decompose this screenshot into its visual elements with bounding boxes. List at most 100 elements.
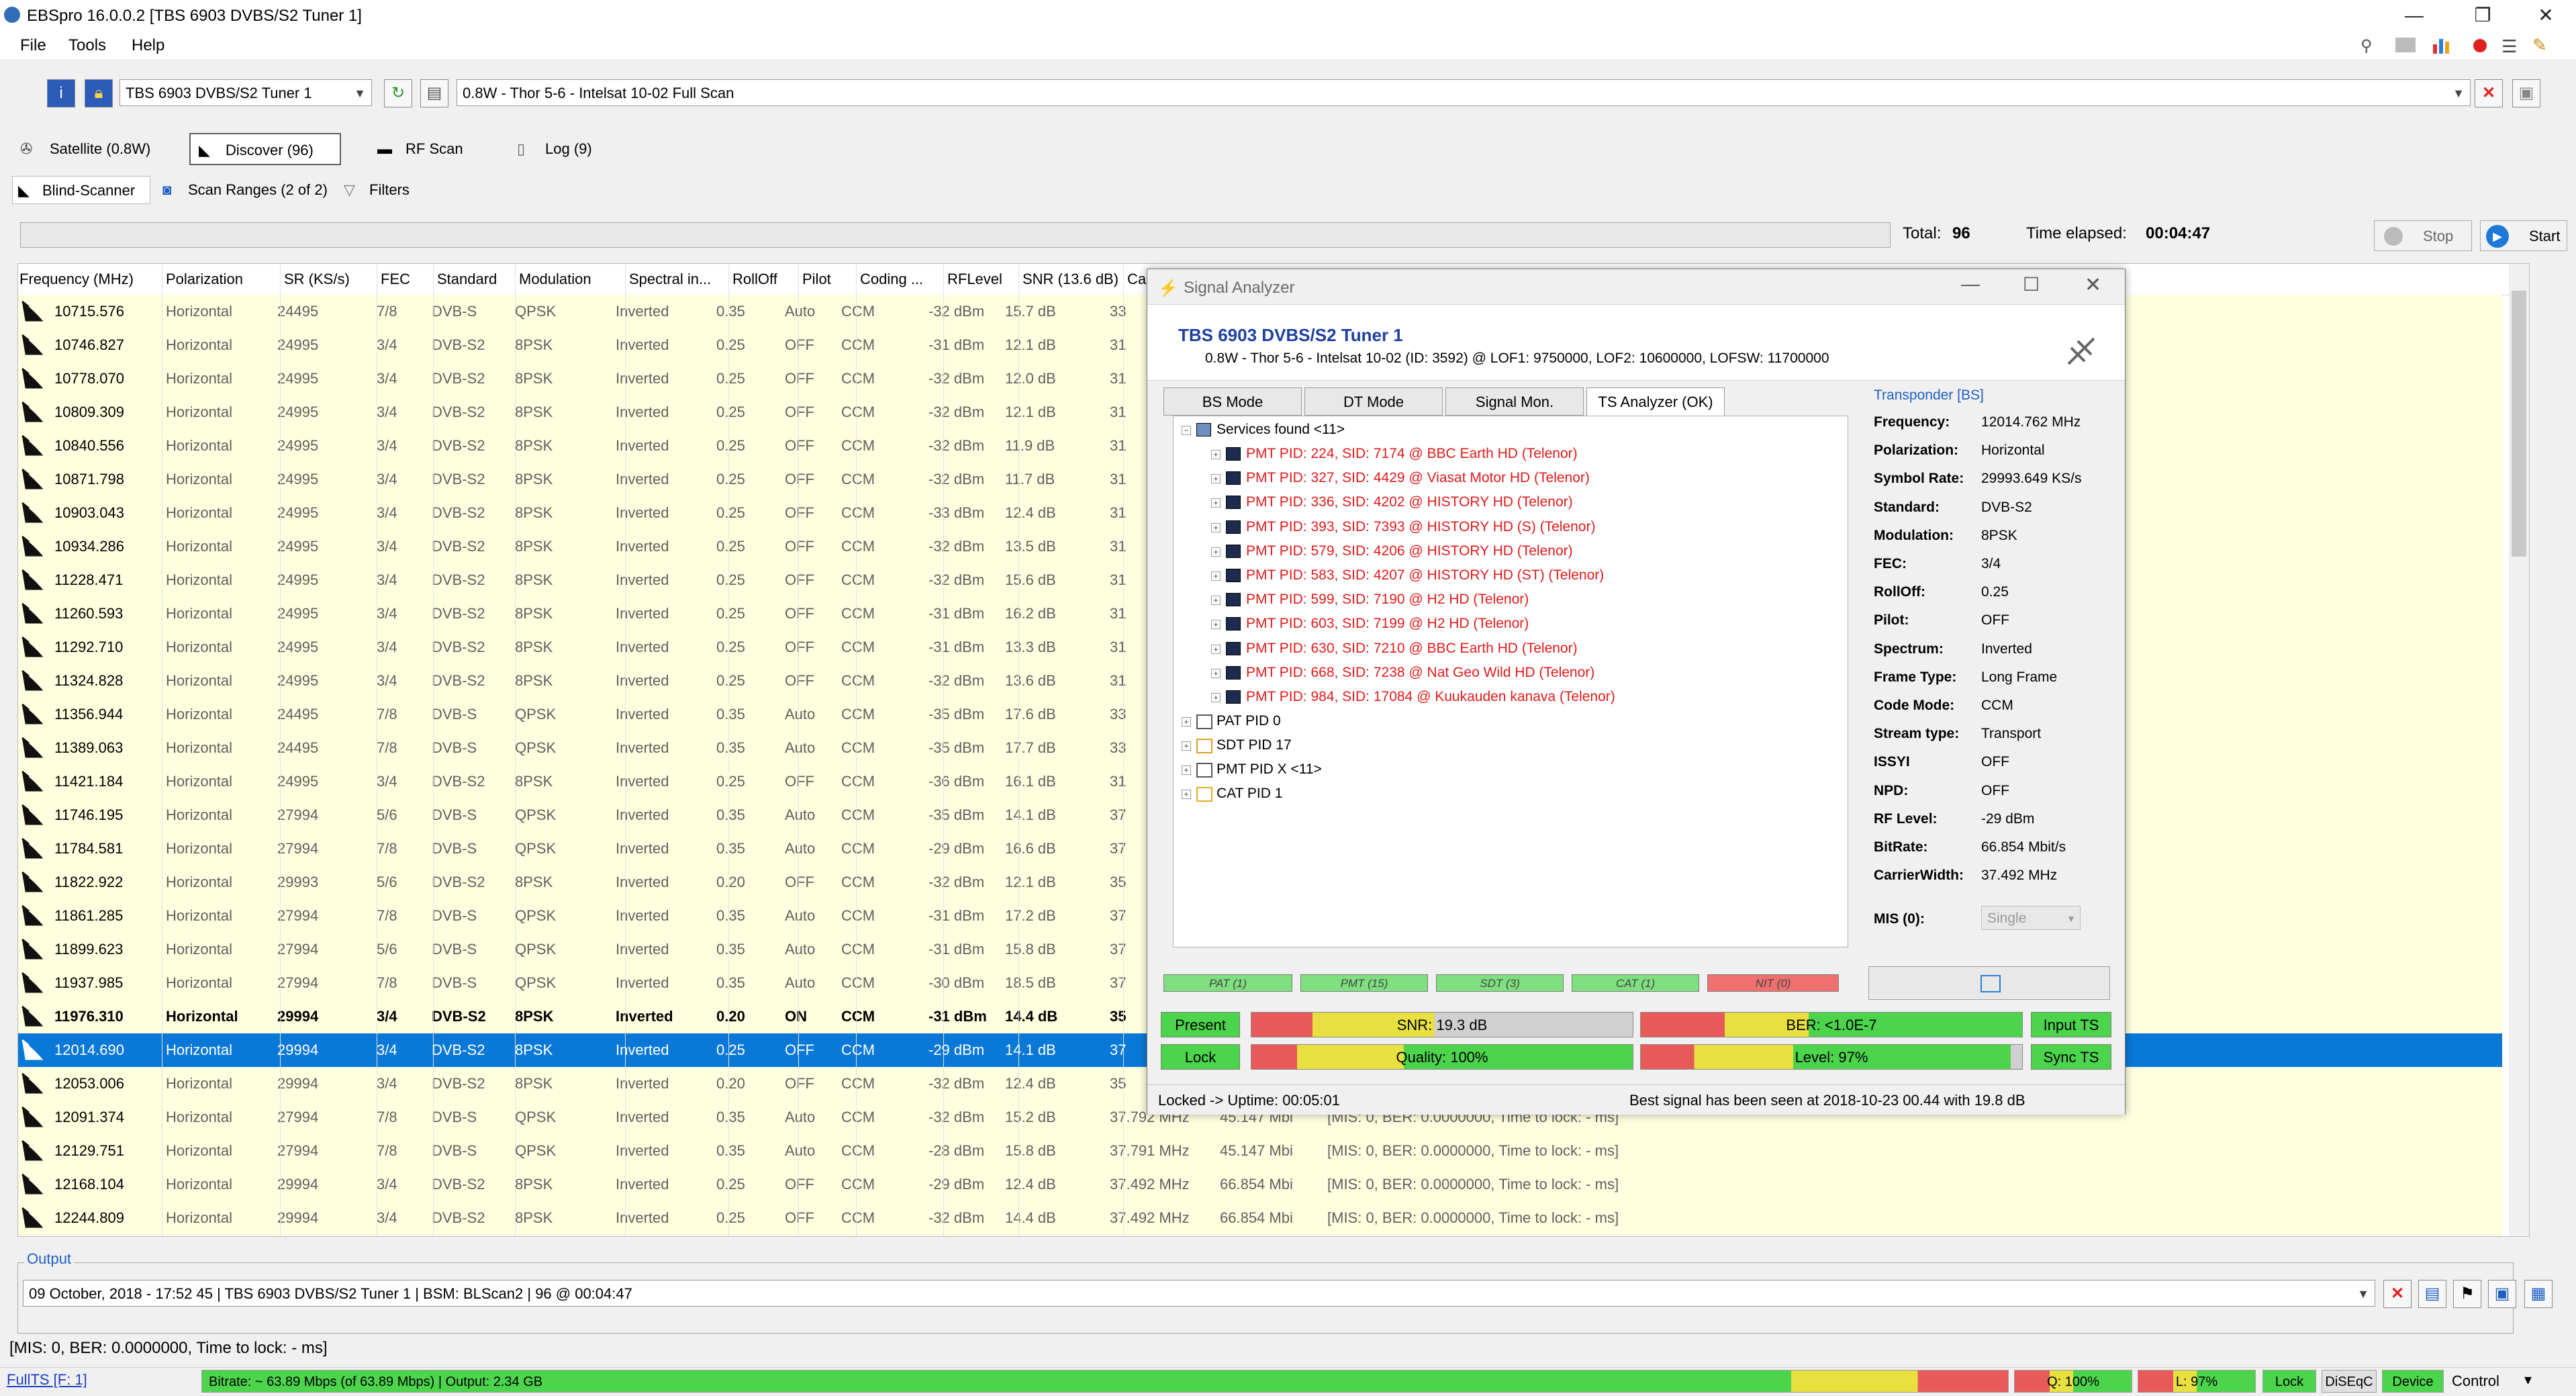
table-node[interactable]: PAT PID 0 bbox=[1217, 713, 1281, 729]
sa-tab-dt-mode[interactable]: DT Mode bbox=[1304, 387, 1443, 416]
service-node[interactable]: PMT PID: 668, SID: 7238 @ Nat Geo Wild H… bbox=[1246, 665, 1594, 681]
satellite-select[interactable]: 0.8W - Thor 5-6 - Intelsat 10-02 Full Sc… bbox=[457, 79, 2471, 106]
settings-icon[interactable]: ✎ bbox=[2532, 35, 2547, 56]
menu-tools[interactable]: Tools bbox=[68, 36, 106, 55]
output-select[interactable]: 09 October, 2018 - 17:52 45 | TBS 6903 D… bbox=[23, 1280, 2375, 1307]
maximize-button[interactable]: ❐ bbox=[2463, 3, 2503, 28]
column-header[interactable]: Modulation bbox=[519, 271, 591, 288]
table-cell: QPSK bbox=[515, 806, 557, 823]
list-icon[interactable]: ☰ bbox=[2501, 36, 2517, 57]
tab-satellite[interactable]: ✇ Satellite (0.8W) bbox=[15, 133, 169, 165]
service-node[interactable]: PMT PID: 579, SID: 4206 @ HISTORY HD (Te… bbox=[1246, 543, 1573, 559]
tree-expand-icon[interactable]: + bbox=[1211, 547, 1221, 557]
subtab-blind-scanner[interactable]: ◣ Blind-Scanner bbox=[12, 176, 150, 204]
tree-expand-icon[interactable]: + bbox=[1182, 717, 1191, 727]
chevron-down-icon[interactable]: ▾ bbox=[2524, 1371, 2532, 1389]
table-row[interactable]: 12244.809 Horizontal 29994 3/4 DVB-S2 8PSK Inv… bbox=[18, 1201, 2502, 1236]
stop-button[interactable]: Stop bbox=[2374, 220, 2472, 251]
column-header[interactable]: Ca bbox=[1127, 271, 1146, 288]
tree-expand-icon[interactable]: + bbox=[1182, 741, 1191, 751]
sa-tab-bs-mode[interactable]: BS Mode bbox=[1163, 387, 1302, 416]
sa-minimize-button[interactable]: — bbox=[1961, 273, 1980, 295]
tree-expand-icon[interactable]: + bbox=[1211, 620, 1221, 630]
tree-expand-icon[interactable]: + bbox=[1211, 498, 1221, 508]
table-node[interactable]: CAT PID 1 bbox=[1217, 786, 1282, 802]
tab-log[interactable]: ▯ Log (9) bbox=[510, 133, 611, 165]
refresh-icon[interactable]: ↻ bbox=[384, 79, 412, 107]
lock-icon[interactable]: 🔒︎ bbox=[85, 79, 113, 107]
service-node[interactable]: PMT PID: 224, SID: 7174 @ BBC Earth HD (… bbox=[1246, 446, 1578, 462]
column-header[interactable]: FEC bbox=[381, 271, 410, 288]
info-icon[interactable]: i bbox=[47, 79, 75, 107]
subtab-scan-ranges[interactable]: ◙ Scan Ranges (2 of 2) bbox=[158, 176, 334, 204]
column-header[interactable]: SR (KS/s) bbox=[284, 271, 350, 288]
column-header[interactable]: SNR (13.6 dB) bbox=[1022, 271, 1118, 288]
ts-tree[interactable]: − Services found <11> + PMT PID: 224, SID… bbox=[1173, 416, 1848, 947]
service-node[interactable]: PMT PID: 583, SID: 4207 @ HISTORY HD (ST… bbox=[1246, 567, 1604, 584]
tree-expand-icon[interactable]: + bbox=[1211, 474, 1221, 484]
table-node[interactable]: SDT PID 17 bbox=[1217, 737, 1292, 753]
menu-help[interactable]: Help bbox=[132, 36, 164, 55]
tree-expand-icon[interactable]: + bbox=[1182, 790, 1191, 799]
tree-expand-icon[interactable]: + bbox=[1211, 450, 1221, 459]
service-node[interactable]: PMT PID: 603, SID: 7199 @ H2 HD (Telenor… bbox=[1246, 616, 1529, 632]
record-icon[interactable] bbox=[2473, 39, 2487, 52]
service-node[interactable]: PMT PID: 630, SID: 7210 @ BBC Earth HD (… bbox=[1246, 641, 1578, 657]
service-node[interactable]: PMT PID: 599, SID: 7190 @ H2 HD (Telenor… bbox=[1246, 592, 1529, 608]
column-header[interactable]: Pilot bbox=[802, 271, 831, 288]
details-icon[interactable]: ▤ bbox=[2418, 1280, 2446, 1308]
bar-chart-icon[interactable] bbox=[2432, 36, 2450, 54]
clear-output-icon[interactable]: ✕ bbox=[2383, 1280, 2412, 1308]
column-header[interactable]: Coding ... bbox=[860, 271, 923, 288]
table-row[interactable]: 12168.104 Horizontal 29994 3/4 DVB-S2 8PSK Inv… bbox=[18, 1168, 2502, 1202]
table-node[interactable]: PMT PID X <11> bbox=[1217, 761, 1322, 778]
subtab-filters[interactable]: ▽ Filters bbox=[340, 176, 434, 204]
satellite-list-icon[interactable]: ▤ bbox=[420, 79, 448, 107]
mis-select[interactable]: Single ▼ bbox=[1981, 906, 2081, 930]
service-node[interactable]: PMT PID: 327, SID: 4429 @ Viasat Motor H… bbox=[1246, 470, 1590, 486]
flag-icon[interactable]: ⚑ bbox=[2453, 1280, 2481, 1308]
constellation-button[interactable] bbox=[1868, 966, 2110, 1000]
tree-expand-icon[interactable]: + bbox=[1211, 693, 1221, 702]
column-header[interactable]: Standard bbox=[437, 271, 497, 288]
sa-tab-signal-mon[interactable]: Signal Mon. bbox=[1445, 387, 1584, 416]
close-button[interactable]: ✕ bbox=[2526, 3, 2566, 28]
menu-file[interactable]: File bbox=[20, 36, 46, 55]
export-icon[interactable]: ▦ bbox=[2524, 1280, 2553, 1308]
search-icon[interactable]: ⚲ bbox=[2360, 36, 2373, 56]
table-row[interactable]: 12129.751 Horizontal 27994 7/8 DVB-S QPSK Inve… bbox=[18, 1134, 2502, 1168]
tree-expand-icon[interactable]: + bbox=[1211, 596, 1221, 606]
column-header[interactable]: RollOff bbox=[732, 271, 777, 288]
tree-root[interactable]: Services found <11> bbox=[1217, 422, 1345, 438]
scrollbar-thumb[interactable] bbox=[2512, 291, 2526, 557]
sa-maximize-button[interactable]: ☐ bbox=[2023, 273, 2040, 295]
tab-discover[interactable]: ◣ Discover (96) bbox=[189, 133, 341, 165]
service-node[interactable]: PMT PID: 336, SID: 4202 @ HISTORY HD (Te… bbox=[1246, 494, 1573, 510]
service-node[interactable]: PMT PID: 393, SID: 7393 @ HISTORY HD (S)… bbox=[1246, 519, 1595, 535]
column-header[interactable]: Frequency (MHz) bbox=[19, 271, 134, 288]
tab-rf-scan[interactable]: ▬ RF Scan bbox=[371, 133, 485, 165]
satellite-dish-icon[interactable] bbox=[2395, 38, 2416, 52]
tree-expand-icon[interactable]: + bbox=[1211, 571, 1221, 581]
control-label[interactable]: Control bbox=[2452, 1372, 2499, 1390]
tuner-select[interactable]: TBS 6903 DVBS/S2 Tuner 1 ▼ bbox=[120, 79, 372, 106]
table-cell: 24995 bbox=[277, 404, 319, 420]
vertical-scrollbar[interactable] bbox=[2509, 264, 2529, 1236]
save-icon[interactable]: ▣ bbox=[2512, 79, 2540, 107]
start-button[interactable]: ▶ Start bbox=[2480, 220, 2567, 251]
tree-collapse-icon[interactable]: − bbox=[1182, 426, 1191, 435]
save-output-icon[interactable]: ▣ bbox=[2488, 1280, 2516, 1308]
tree-expand-icon[interactable]: + bbox=[1211, 522, 1221, 532]
service-node[interactable]: PMT PID: 984, SID: 17084 @ Kuukauden kan… bbox=[1246, 689, 1615, 705]
column-header[interactable]: Polarization bbox=[166, 271, 243, 288]
minimize-button[interactable]: — bbox=[2394, 3, 2434, 28]
fullts-link[interactable]: FullTS [F: 1] bbox=[7, 1371, 87, 1389]
sa-close-button[interactable]: ✕ bbox=[2085, 273, 2101, 297]
cancel-icon[interactable]: ✕ bbox=[2475, 79, 2503, 107]
sa-tab-ts-analyzer[interactable]: TS Analyzer (OK) bbox=[1586, 387, 1725, 417]
tree-expand-icon[interactable]: + bbox=[1211, 668, 1221, 678]
tree-expand-icon[interactable]: + bbox=[1211, 644, 1221, 654]
tree-expand-icon[interactable]: + bbox=[1182, 765, 1191, 775]
column-header[interactable]: Spectral in... bbox=[629, 271, 711, 288]
column-header[interactable]: RFLevel bbox=[947, 271, 1002, 288]
